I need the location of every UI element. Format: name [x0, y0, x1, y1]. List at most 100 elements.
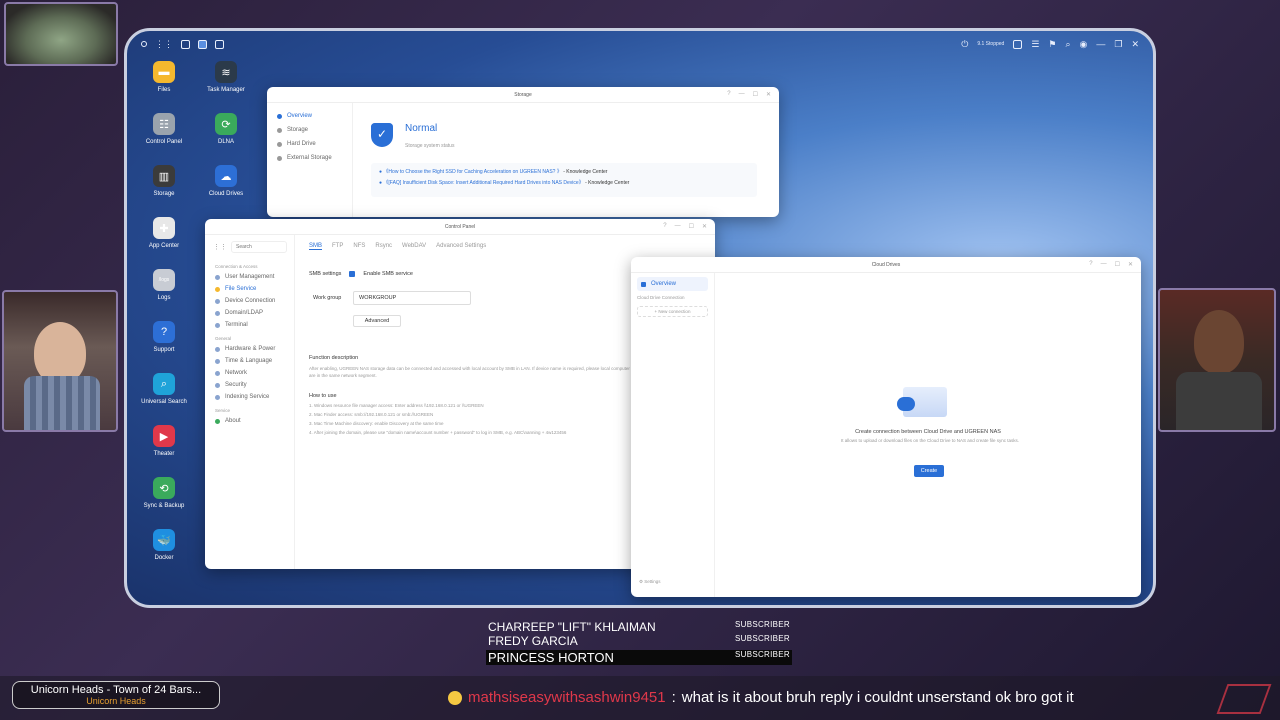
storage-title: Storage — [514, 91, 532, 98]
sidebar-item-hard-drive[interactable]: Hard Drive — [267, 137, 352, 151]
desktop-icon-task-manager[interactable]: ≋ Task Manager — [191, 61, 261, 93]
sidebar-item-overview[interactable]: Overview — [267, 109, 352, 123]
control-panel-icon: ☷ — [153, 113, 175, 135]
tab-advanced-settings[interactable]: Advanced Settings — [436, 243, 486, 250]
now-playing-box: Unicorn Heads - Town of 24 Bars... Unico… — [12, 681, 220, 709]
storage-window: Storage ? — ☐ ✕ Overview Storage Hard Drive… — [267, 87, 779, 217]
sidebar-item-user-management[interactable]: User Management — [205, 271, 294, 283]
tab-webdav[interactable]: WebDAV — [402, 243, 426, 250]
desktop-icon-app-center[interactable]: ✚ App Center — [129, 217, 199, 249]
how-to-use-title: How to use — [309, 393, 337, 399]
restore-icon[interactable]: ❐ — [1114, 39, 1122, 50]
desktop-icon-files[interactable]: ▬ Files — [129, 61, 199, 93]
maximize-icon[interactable]: ☐ — [753, 91, 758, 98]
status-subtitle: Storage system status — [405, 143, 455, 149]
cloud-heading: Create connection between Cloud Drive an… — [855, 429, 1001, 435]
desktop-icon-support[interactable]: ? Support — [129, 321, 199, 353]
minimize-icon[interactable]: — — [1096, 39, 1105, 49]
control-taskbar-icon[interactable] — [215, 39, 224, 49]
minimize-icon[interactable]: — — [675, 223, 681, 230]
how-to-step: 4. After joining the domain, please use … — [309, 430, 567, 435]
mouse-cursor — [631, 91, 635, 99]
cloud-drive-connection-label: Cloud Drive Connection — [637, 295, 685, 300]
flag-icon[interactable]: ⚑ — [1048, 39, 1056, 50]
kb-link-2[interactable]: ● 《[FAQ] Insufficient Disk Space: Insert… — [379, 179, 749, 186]
tab-smb[interactable]: SMB — [309, 243, 323, 250]
kb-link-1[interactable]: ● 《How to Choose the Right SSD for Cachi… — [379, 168, 749, 175]
create-button[interactable]: Create — [914, 465, 944, 477]
monitor-icon[interactable] — [1013, 39, 1023, 49]
help-icon[interactable]: ? — [663, 223, 666, 230]
close-icon[interactable]: ✕ — [766, 91, 771, 98]
control-panel-title-bar[interactable]: Control Panel ? — ☐ ✕ — [205, 219, 715, 235]
grid-icon[interactable] — [141, 41, 147, 47]
sidebar-item-domain-ldap[interactable]: Domain/LDAP — [205, 307, 294, 319]
advanced-button[interactable]: Advanced — [353, 315, 401, 327]
storage-taskbar-icon[interactable] — [198, 39, 207, 49]
enable-smb-checkbox[interactable] — [349, 271, 356, 277]
new-connection-button[interactable]: + New connection — [637, 306, 708, 317]
desktop-icon-universal-search[interactable]: ⌕ Universal Search — [129, 373, 199, 405]
docker-icon: 🐳 — [153, 529, 175, 551]
maximize-icon[interactable]: ☐ — [689, 223, 694, 230]
search-icon[interactable]: ⌕ — [1065, 39, 1070, 50]
terminal-icon — [215, 322, 220, 328]
stream-title: Unicorn Heads - Town of 24 Bars... — [30, 684, 202, 696]
stream-subtitle: Unicorn Heads — [86, 696, 146, 706]
universal-search-icon: ⌕ — [153, 373, 175, 395]
workgroup-input[interactable]: WORKGROUP — [353, 291, 471, 305]
status-text: 9.1 Stopped — [977, 41, 1005, 47]
close-icon[interactable]: ✕ — [1131, 39, 1139, 50]
tab-nfs[interactable]: NFS — [353, 243, 365, 250]
user-icon[interactable]: ◉ — [1080, 39, 1088, 50]
desktop-icon-theater[interactable]: ▶ Theater — [129, 425, 199, 457]
control-panel-title: Control Panel — [444, 223, 476, 230]
sidebar-item-security[interactable]: Security — [205, 379, 294, 391]
minimize-icon[interactable]: — — [739, 91, 745, 98]
search-input[interactable] — [231, 241, 287, 253]
desktop-icon-logs[interactable]: /logs Logs — [129, 269, 199, 301]
dlna-icon: ⟳ — [215, 113, 237, 135]
sidebar-item-terminal[interactable]: Terminal — [205, 319, 294, 331]
tab-ftp[interactable]: FTP — [332, 243, 343, 250]
apps-icon[interactable]: ⋮⋮ — [155, 39, 173, 50]
workgroup-label: Work group — [313, 295, 342, 301]
function-description-title: Function description — [309, 355, 359, 361]
how-to-step: 3. Mac Time Machine discovery: enable Di… — [309, 421, 444, 426]
sidebar-item-file-service[interactable]: File Service — [205, 283, 294, 295]
device-connection-icon — [215, 298, 220, 304]
sidebar-item-about[interactable]: About — [205, 415, 294, 427]
sidebar-item-network[interactable]: Network — [205, 367, 294, 379]
subscriber-row: CHARREEP "LIFT" KHLAIMAN SUBSCRIBER — [486, 620, 792, 634]
close-icon[interactable]: ✕ — [702, 223, 707, 230]
desktop-icon-sync-backup[interactable]: ⟲ Sync & Backup — [129, 477, 199, 509]
sidebar-item-time-language[interactable]: Time & Language — [205, 355, 294, 367]
settings-button[interactable]: ⚙ Settings — [639, 579, 661, 585]
task-manager-icon: ≋ — [215, 61, 237, 83]
sidebar-item-external-storage[interactable]: External Storage — [267, 151, 352, 165]
subscriber-badge: SUBSCRIBER — [734, 620, 790, 629]
list-icon[interactable]: ☰ — [1031, 39, 1039, 50]
desktop-icon-control-panel[interactable]: ☷ Control Panel — [129, 113, 199, 145]
logs-icon: /logs — [153, 269, 175, 291]
sidebar-item-overview[interactable]: Overview — [637, 277, 708, 291]
storage-title-bar[interactable]: Storage ? — ☐ ✕ — [267, 87, 779, 103]
help-icon[interactable]: ? — [727, 91, 730, 98]
power-icon[interactable]: ⏻ — [961, 39, 968, 50]
indexing-service-icon — [215, 394, 220, 400]
chat-message: mathsiseasywithsashwin9451 : what is it … — [448, 689, 1074, 706]
sidebar-item-hardware-power[interactable]: Hardware & Power — [205, 343, 294, 355]
desktop-icon-docker[interactable]: 🐳 Docker — [129, 529, 199, 561]
window-icon[interactable] — [181, 39, 190, 49]
desktop-icon-storage[interactable]: ▥ Storage — [129, 165, 199, 197]
subscriber-name: PRINCESS HORTON — [488, 650, 614, 665]
menu-grid-icon[interactable]: ⋮⋮ — [213, 243, 227, 251]
nas-desktop: ⋮⋮ ⏻ 9.1 Stopped ☰ ⚑ ⌕ ◉ — ❐ ✕ ▬ Files ≋ Ta… — [124, 28, 1156, 608]
sidebar-item-storage[interactable]: Storage — [267, 123, 352, 137]
tab-rsync[interactable]: Rsync — [375, 243, 392, 250]
storage-icon: ▥ — [153, 165, 175, 187]
desktop-icon-dlna[interactable]: ⟳ DLNA — [191, 113, 261, 145]
sidebar-item-indexing-service[interactable]: Indexing Service — [205, 391, 294, 403]
desktop-icon-cloud-drives[interactable]: ☁ Cloud Drives — [191, 165, 261, 197]
sidebar-item-device-connection[interactable]: Device Connection — [205, 295, 294, 307]
